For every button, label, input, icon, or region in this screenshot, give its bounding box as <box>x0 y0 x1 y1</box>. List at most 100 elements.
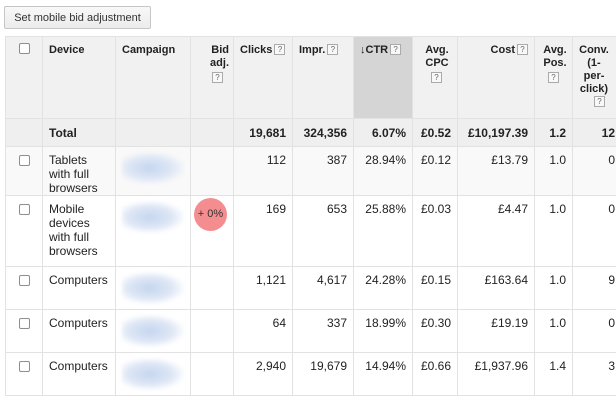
avg-cpc-cell: £0.12 <box>412 146 458 196</box>
header-impr-label: Impr. <box>299 44 326 56</box>
row-checkbox-cell <box>5 266 43 310</box>
header-cost-label: Cost <box>490 44 515 56</box>
campaign-name-blurred[interactable] <box>122 152 184 184</box>
device-cell: Mobile devices with full browsers <box>42 195 116 267</box>
header-device[interactable]: Device <box>42 36 116 119</box>
avg-cpc-cell: £0.15 <box>412 266 458 310</box>
device-name: Computers <box>49 316 108 330</box>
clicks-value: 112 <box>266 153 286 167</box>
table-row: Computers 1,121 4,617 24.28% £0.15 £163.… <box>5 266 616 310</box>
conv-help-icon[interactable]: ? <box>594 96 605 107</box>
campaign-cell[interactable] <box>115 146 191 196</box>
avg-pos-cell: 1.0 <box>534 195 573 267</box>
set-mobile-bid-adjustment-button[interactable]: Set mobile bid adjustment <box>4 6 151 29</box>
ctr-value: 14.94% <box>365 359 406 373</box>
avg-cpc-cell: £0.66 <box>412 352 458 396</box>
bid-adj-cell: + 0% <box>190 195 234 267</box>
impr-value: 387 <box>326 153 347 167</box>
header-cost[interactable]: Cost? <box>457 36 535 119</box>
clicks-cell: 2,940 <box>233 352 293 396</box>
header-impr[interactable]: Impr.? <box>292 36 354 119</box>
table-header-row: Device Campaign Bid adj.? Clicks? Impr.?… <box>5 36 616 119</box>
row-checkbox-cell <box>5 146 43 196</box>
campaign-cell[interactable] <box>115 352 191 396</box>
header-bid-adj[interactable]: Bid adj.? <box>190 36 234 119</box>
impr-value: 4,617 <box>316 273 347 287</box>
campaign-name-blurred[interactable] <box>122 201 184 233</box>
table-row: Computers 64 337 18.99% £0.30 £19.19 1.0… <box>5 309 616 353</box>
bid-adj-value <box>197 354 227 360</box>
campaign-name-blurred[interactable] <box>122 272 184 304</box>
campaign-name-blurred[interactable] <box>122 358 184 390</box>
avg-cpc-cell: £0.03 <box>412 195 458 267</box>
clicks-help-icon[interactable]: ? <box>274 44 286 55</box>
cost-help-icon[interactable]: ? <box>517 44 528 55</box>
impr-value: 19,679 <box>310 359 347 373</box>
row-checkbox[interactable] <box>18 275 30 286</box>
cost-value: £1,937.96 <box>474 359 528 373</box>
total-campaign-cell <box>115 118 191 147</box>
avg-cpc-help-icon[interactable]: ? <box>431 72 442 83</box>
row-checkbox[interactable] <box>18 204 30 215</box>
cost-value: £4.47 <box>497 202 528 216</box>
row-checkbox[interactable] <box>18 318 30 329</box>
header-ctr[interactable]: ↓CTR? <box>353 36 413 119</box>
avg-cpc-value: £0.03 <box>420 202 451 216</box>
campaign-name-blurred[interactable] <box>122 315 184 347</box>
conv-value: 9 <box>608 273 615 287</box>
avg-pos-value: 1.0 <box>549 316 566 330</box>
impr-value: 337 <box>326 316 347 330</box>
bid-adj-edit-pill[interactable]: + 0% <box>194 198 227 231</box>
row-checkbox[interactable] <box>18 155 30 166</box>
row-checkbox-cell <box>5 352 43 396</box>
clicks-cell: 64 <box>233 309 293 353</box>
select-all-checkbox[interactable] <box>18 43 30 54</box>
ctr-cell: 18.99% <box>353 309 413 353</box>
cost-cell: £19.19 <box>457 309 535 353</box>
clicks-value: 64 <box>272 316 286 330</box>
campaign-cell[interactable] <box>115 195 191 267</box>
impr-cell: 19,679 <box>292 352 354 396</box>
table-row: Mobile devices with full browsers + 0% 1… <box>5 195 616 267</box>
conv-value: 0 <box>608 153 615 167</box>
header-campaign-label: Campaign <box>122 44 176 56</box>
campaign-cell[interactable] <box>115 266 191 310</box>
conv-cell: 0 <box>572 195 616 267</box>
device-name: Mobile devices with full browsers <box>49 202 98 258</box>
header-campaign[interactable]: Campaign <box>115 36 191 119</box>
header-avg-pos[interactable]: Avg. Pos.? <box>534 36 573 119</box>
device-performance-table: Device Campaign Bid adj.? Clicks? Impr.?… <box>5 36 616 396</box>
device-cell: Computers <box>42 309 116 353</box>
campaign-cell[interactable] <box>115 309 191 353</box>
conv-cell: 9 <box>572 266 616 310</box>
cost-cell: £1,937.96 <box>457 352 535 396</box>
avg-pos-cell: 1.4 <box>534 352 573 396</box>
avg-cpc-cell: £0.30 <box>412 309 458 353</box>
ctr-help-icon[interactable]: ? <box>390 44 402 55</box>
avg-pos-cell: 1.0 <box>534 266 573 310</box>
impr-cell: 653 <box>292 195 354 267</box>
bid-adj-help-icon[interactable]: ? <box>212 72 223 83</box>
device-name: Computers <box>49 359 108 373</box>
avg-pos-value: 1.4 <box>549 359 566 373</box>
impr-help-icon[interactable]: ? <box>327 44 339 55</box>
device-cell: Computers <box>42 352 116 396</box>
header-clicks-label: Clicks <box>240 44 273 56</box>
cost-cell: £4.47 <box>457 195 535 267</box>
header-clicks[interactable]: Clicks? <box>233 36 293 119</box>
cost-value: £163.64 <box>484 273 528 287</box>
clicks-value: 1,121 <box>255 273 286 287</box>
clicks-cell: 1,121 <box>233 266 293 310</box>
bid-adj-value <box>197 268 227 274</box>
avg-cpc-value: £0.66 <box>420 359 451 373</box>
cost-cell: £13.79 <box>457 146 535 196</box>
row-checkbox[interactable] <box>18 361 30 372</box>
total-bid-adj-cell <box>190 118 234 147</box>
cost-value: £19.19 <box>491 316 528 330</box>
avg-pos-help-icon[interactable]: ? <box>548 72 559 83</box>
header-avg-cpc[interactable]: Avg. CPC? <box>412 36 458 119</box>
device-name: Tablets with full browsers <box>49 153 98 195</box>
header-conv[interactable]: Conv. (1-per-click)? <box>572 36 616 119</box>
ctr-cell: 25.88% <box>353 195 413 267</box>
avg-pos-cell: 1.0 <box>534 146 573 196</box>
